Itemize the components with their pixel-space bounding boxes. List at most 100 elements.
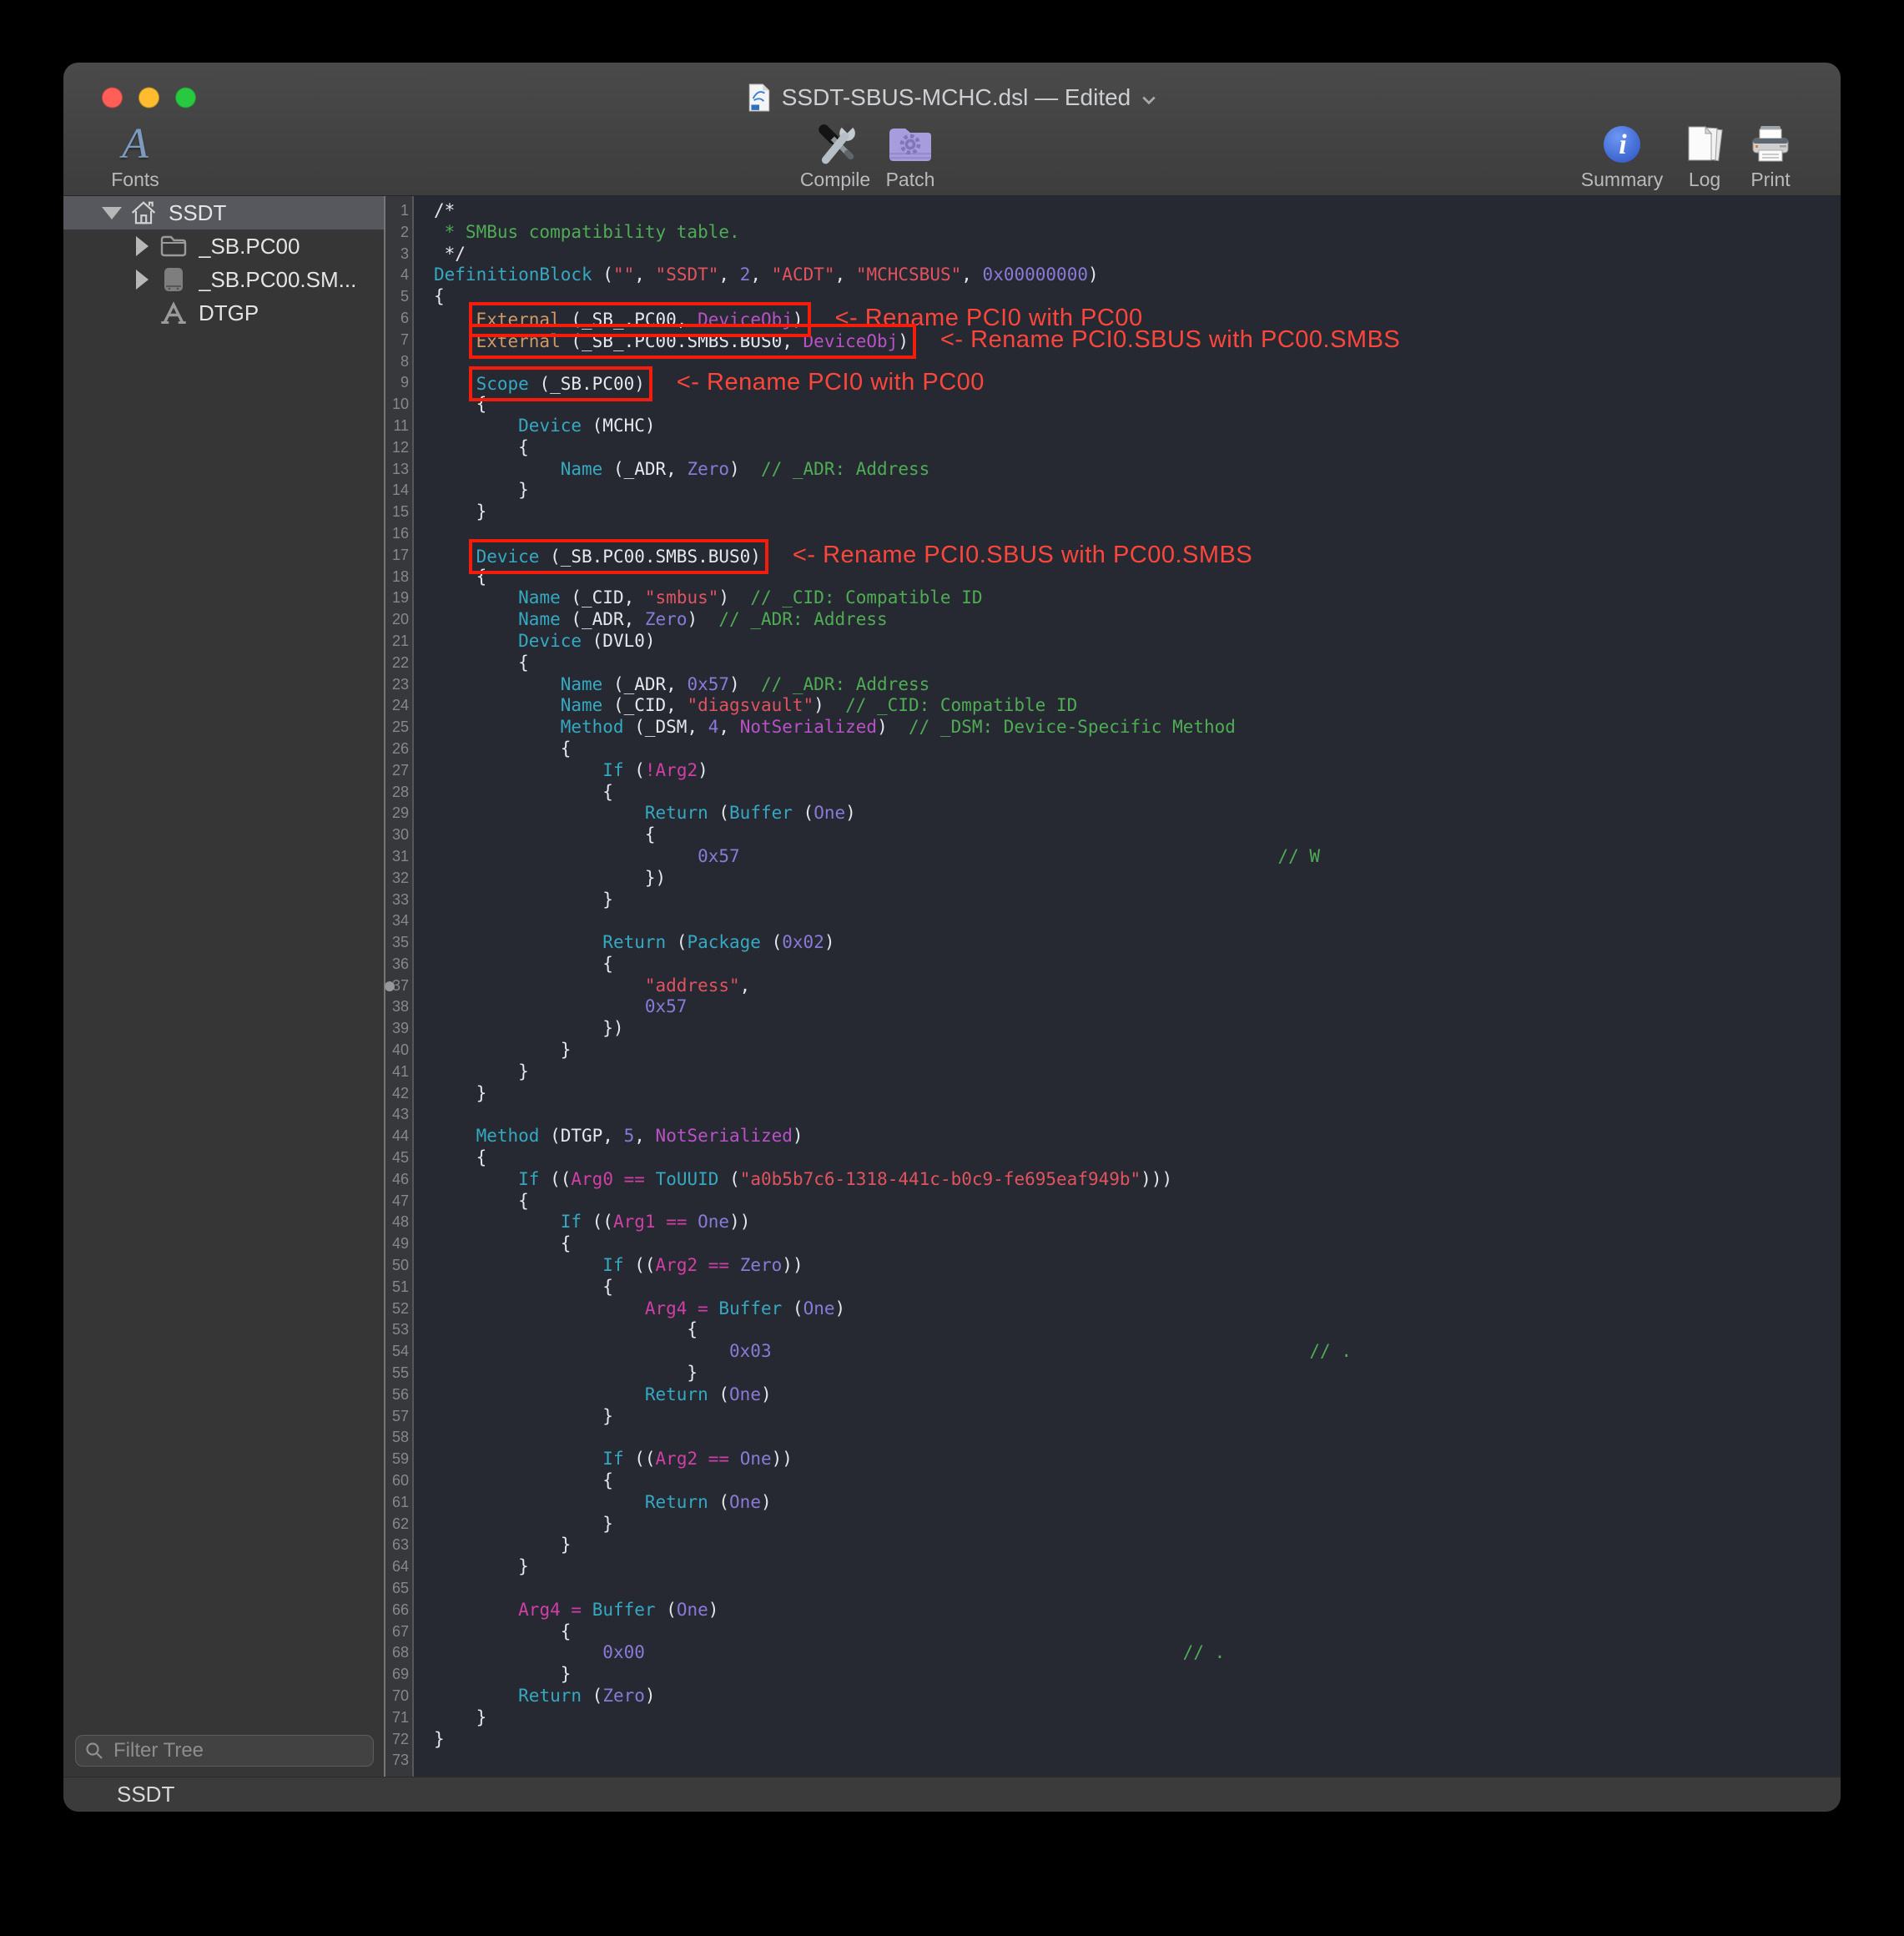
code-line[interactable]: {: [434, 1277, 1841, 1298]
code-line[interactable]: Name (_ADR, 0x57) // _ADR: Address: [434, 674, 1841, 696]
code-line[interactable]: }: [434, 1707, 1841, 1729]
code-line[interactable]: [434, 910, 1841, 932]
filter-tree-field[interactable]: [75, 1735, 374, 1767]
code-line[interactable]: [434, 1427, 1841, 1449]
code-line[interactable]: }: [434, 1729, 1841, 1751]
code-line[interactable]: {: [434, 1621, 1841, 1643]
code-line[interactable]: {: [434, 1319, 1841, 1341]
code-line[interactable]: Name (_ADR, Zero) // _ADR: Address: [434, 459, 1841, 481]
code-line[interactable]: 0x00 // .: [434, 1642, 1841, 1664]
rename-highlight-box: External (_SB_.PC00, DeviceObj): [476, 310, 803, 330]
filter-tree-input[interactable]: [112, 1738, 365, 1763]
code-line[interactable]: {: [434, 1470, 1841, 1492]
code-line[interactable]: }: [434, 1083, 1841, 1105]
code-line[interactable]: Arg4 = Buffer (One): [434, 1600, 1841, 1621]
minimize-button[interactable]: [139, 88, 159, 108]
patch-button[interactable]: Patch: [873, 121, 948, 191]
code-line[interactable]: Arg4 = Buffer (One): [434, 1298, 1841, 1320]
code-line[interactable]: 0x57: [434, 996, 1841, 1018]
code-line[interactable]: }: [434, 1061, 1841, 1083]
code-line[interactable]: }): [434, 868, 1841, 890]
code-line[interactable]: */: [434, 244, 1841, 265]
code-line[interactable]: }): [434, 1018, 1841, 1040]
code-line[interactable]: 0x57 // W: [434, 846, 1841, 868]
code-line[interactable]: Return (Buffer (One): [434, 803, 1841, 824]
code-line[interactable]: External (_SB_.PC00.SMBS.BUS0, DeviceObj…: [434, 330, 1841, 351]
line-number: 38: [385, 996, 412, 1018]
code-line[interactable]: {: [434, 394, 1841, 416]
chevron-down-icon[interactable]: [1141, 95, 1156, 105]
code-line[interactable]: }: [434, 1664, 1841, 1686]
line-number: 65: [385, 1578, 412, 1600]
code-line[interactable]: "address",: [434, 976, 1841, 997]
changed-line-marker-icon: [385, 981, 395, 991]
close-button[interactable]: [102, 88, 123, 108]
code-line[interactable]: Name (_ADR, Zero) // _ADR: Address: [434, 609, 1841, 631]
code-line[interactable]: }: [434, 1535, 1841, 1556]
code-lines[interactable]: /* * SMBus compatibility table. */Defini…: [414, 196, 1841, 1777]
code-line[interactable]: }: [434, 480, 1841, 502]
tree-item-sb-pc00[interactable]: _SB.PC00: [63, 229, 384, 263]
window-chrome: SSDT-SBUS-MCHC.dsl — Edited A Fonts: [63, 63, 1841, 196]
code-line[interactable]: [434, 351, 1841, 373]
code-line[interactable]: {: [434, 653, 1841, 674]
code-line[interactable]: [434, 1578, 1841, 1600]
code-line[interactable]: {: [434, 954, 1841, 976]
code-line[interactable]: Device (_SB.PC00.SMBS.BUS0)<- Rename PCI…: [434, 545, 1841, 567]
code-line[interactable]: Device (MCHC): [434, 416, 1841, 437]
code-line[interactable]: }: [434, 1514, 1841, 1535]
code-line[interactable]: If (!Arg2): [434, 760, 1841, 782]
code-line[interactable]: }: [434, 502, 1841, 523]
code-line[interactable]: }: [434, 1040, 1841, 1061]
code-line[interactable]: }: [434, 1406, 1841, 1428]
code-line[interactable]: DefinitionBlock ("", "SSDT", 2, "ACDT", …: [434, 265, 1841, 286]
code-line[interactable]: [434, 1750, 1841, 1772]
code-line[interactable]: Name (_CID, "diagsvault") // _CID: Compa…: [434, 695, 1841, 717]
code-line[interactable]: Return (Zero): [434, 1686, 1841, 1707]
code-line[interactable]: [434, 1104, 1841, 1126]
code-line[interactable]: }: [434, 890, 1841, 911]
print-button[interactable]: Print: [1737, 121, 1804, 191]
code-line[interactable]: 0x03 // .: [434, 1341, 1841, 1363]
code-line[interactable]: If ((Arg0 == ToUUID ("a0b5b7c6-1318-441c…: [434, 1169, 1841, 1191]
code-line[interactable]: * SMBus compatibility table.: [434, 222, 1841, 244]
tree-item-ssdt[interactable]: SSDT: [63, 196, 384, 229]
code-line[interactable]: {: [434, 1147, 1841, 1169]
line-number: 72: [385, 1729, 412, 1751]
line-number: 36: [385, 954, 412, 976]
code-line[interactable]: {: [434, 1233, 1841, 1255]
summary-button[interactable]: i Summary: [1568, 121, 1676, 191]
code-line[interactable]: {: [434, 1191, 1841, 1213]
code-line[interactable]: {: [434, 739, 1841, 760]
line-number: 59: [385, 1449, 412, 1470]
line-number: 51: [385, 1277, 412, 1298]
tree-item-sb-pc00-smbs[interactable]: _SB.PC00.SM...: [63, 263, 384, 296]
code-line[interactable]: Method (_DSM, 4, NotSerialized) // _DSM:…: [434, 717, 1841, 739]
code-line[interactable]: Device (DVL0): [434, 631, 1841, 653]
fonts-button[interactable]: A Fonts: [93, 121, 177, 191]
compile-button[interactable]: Compile: [789, 121, 881, 191]
disclosure-collapsed-icon[interactable]: [132, 270, 152, 290]
disclosure-collapsed-icon[interactable]: [132, 236, 152, 256]
code-line[interactable]: {: [434, 567, 1841, 588]
code-line[interactable]: }: [434, 1363, 1841, 1384]
code-line[interactable]: {: [434, 824, 1841, 846]
code-line[interactable]: }: [434, 1556, 1841, 1578]
zoom-button[interactable]: [175, 88, 196, 108]
code-line[interactable]: Return (One): [434, 1384, 1841, 1406]
code-line[interactable]: Return (Package (0x02): [434, 932, 1841, 954]
code-line[interactable]: Scope (_SB.PC00)<- Rename PCI0 with PC00: [434, 372, 1841, 394]
code-line[interactable]: If ((Arg1 == One)): [434, 1212, 1841, 1233]
code-line[interactable]: Method (DTGP, 5, NotSerialized): [434, 1126, 1841, 1147]
code-line[interactable]: If ((Arg2 == One)): [434, 1449, 1841, 1470]
disclosure-expanded-icon[interactable]: [102, 207, 122, 219]
code-line[interactable]: Return (One): [434, 1492, 1841, 1514]
log-button[interactable]: Log: [1675, 121, 1734, 191]
code-line[interactable]: {: [434, 782, 1841, 804]
code-line[interactable]: {: [434, 437, 1841, 459]
code-line[interactable]: /*: [434, 200, 1841, 222]
code-line[interactable]: Name (_CID, "smbus") // _CID: Compatible…: [434, 587, 1841, 609]
home-icon: [130, 199, 157, 226]
tree-item-dtgp[interactable]: DTGP: [63, 296, 384, 330]
code-line[interactable]: If ((Arg2 == Zero)): [434, 1255, 1841, 1277]
